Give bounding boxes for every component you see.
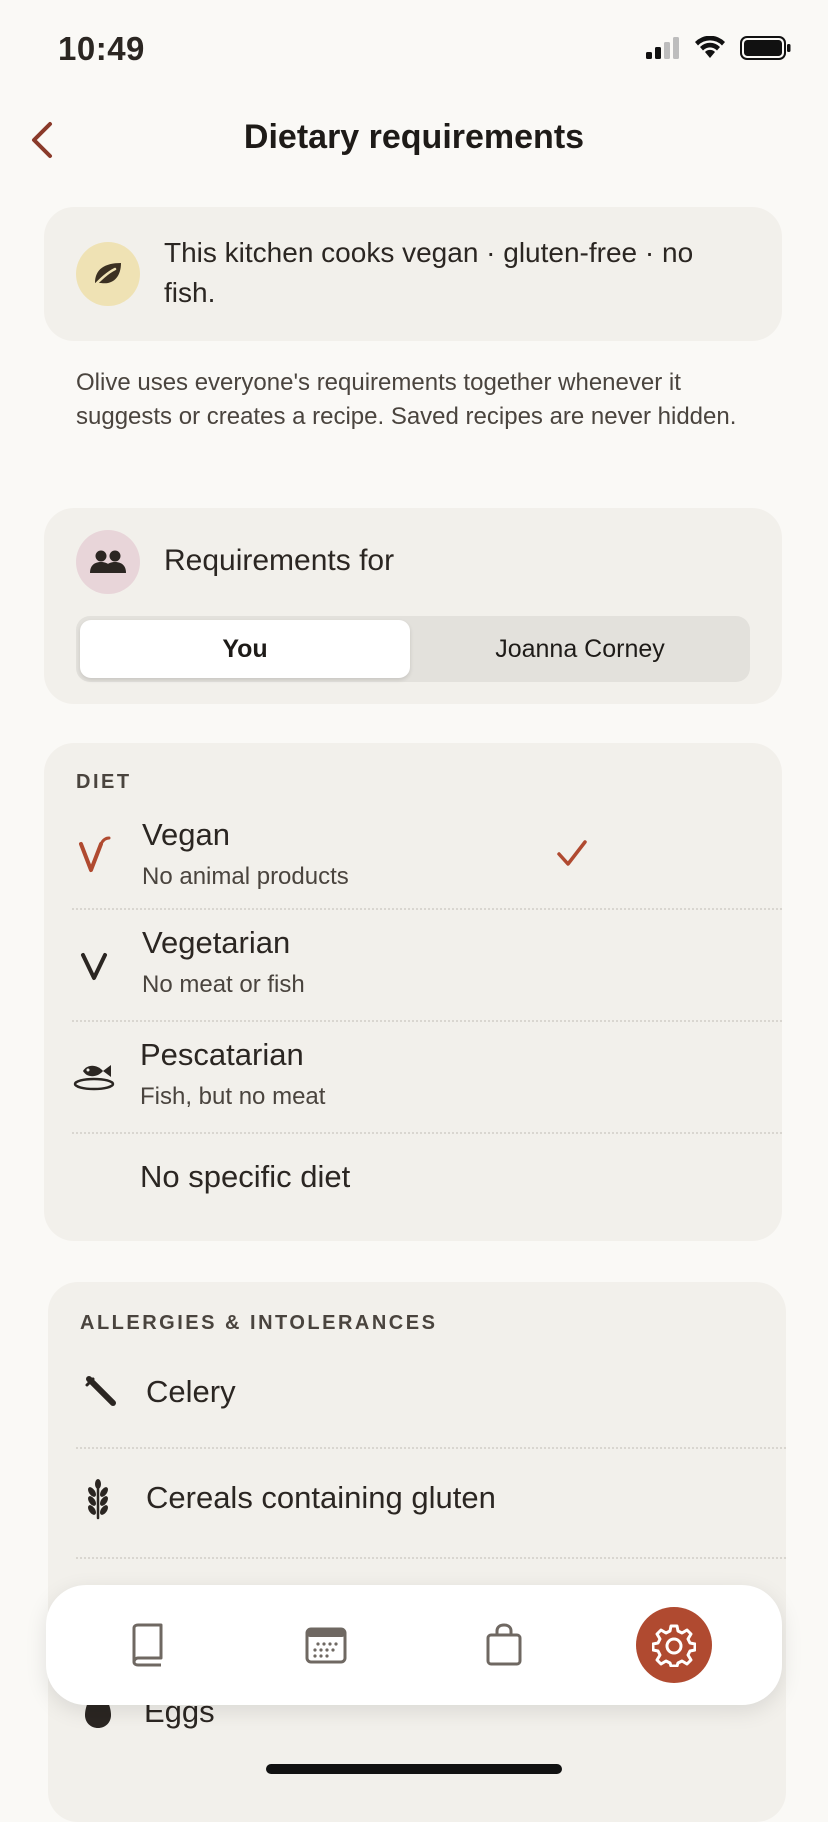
status-icons: [646, 36, 792, 60]
divider: [76, 1557, 786, 1559]
diet-heading: DIET: [76, 771, 132, 793]
allergy-option-celery[interactable]: Celery: [48, 1344, 786, 1448]
diet-option-vegetarian[interactable]: Vegetarian No meat or fish: [44, 913, 782, 1023]
requirements-for-card: Requirements for You Joanna Corney: [44, 508, 782, 704]
page-title: Dietary requirements: [243, 118, 585, 156]
celery-icon: [80, 1372, 120, 1412]
tab-planner[interactable]: [288, 1607, 364, 1683]
shopping-bag-icon: [486, 1623, 522, 1666]
diet-option-subtitle: Fish, but no meat: [140, 1083, 326, 1110]
diet-option-none[interactable]: No specific diet: [44, 1137, 782, 1237]
divider: [72, 1020, 782, 1022]
home-indicator: [266, 1764, 562, 1774]
checkmark-icon: [552, 833, 592, 873]
vegetarian-icon: [74, 941, 114, 991]
diet-option-subtitle: No meat or fish: [142, 971, 305, 998]
segment-you[interactable]: You: [80, 620, 410, 678]
tab-settings[interactable]: [636, 1607, 712, 1683]
diet-option-pescatarian[interactable]: Pescatarian Fish, but no meat: [44, 1025, 782, 1135]
wheat-icon: [78, 1474, 118, 1524]
vegan-icon: [74, 831, 114, 881]
battery-icon: [740, 36, 791, 60]
allergy-option-title: Celery: [146, 1374, 236, 1409]
signal-icon: [646, 37, 679, 59]
allergies-heading: ALLERGIES & INTOLERANCES: [80, 1312, 438, 1334]
status-time: 10:49: [58, 30, 145, 67]
tab-recipes[interactable]: [110, 1607, 186, 1683]
recipes-book-icon: [132, 1623, 163, 1667]
tab-bar: [46, 1585, 782, 1705]
person-segmented-control: You Joanna Corney: [76, 616, 750, 682]
kitchen-summary-text: This kitchen cooks vegan · gluten-free ·…: [164, 237, 694, 308]
kitchen-summary-card: This kitchen cooks vegan · gluten-free ·…: [44, 207, 782, 341]
diet-option-vegan[interactable]: Vegan No animal products: [44, 803, 782, 913]
segment-joanna-corney[interactable]: Joanna Corney: [414, 620, 746, 678]
fish-icon: [72, 1049, 116, 1099]
diet-option-title: Vegan: [142, 817, 230, 852]
calendar-icon: [305, 1627, 347, 1664]
settings-gear-icon: [652, 1624, 696, 1667]
diet-option-title: Vegetarian: [142, 925, 291, 960]
allergy-option-gluten[interactable]: Cereals containing gluten: [48, 1452, 786, 1556]
leaf-icon: [76, 242, 140, 306]
info-text: Olive uses everyone's requirements toget…: [76, 369, 737, 430]
diet-option-title: No specific diet: [140, 1159, 351, 1194]
allergy-option-title: Cereals containing gluten: [146, 1480, 496, 1515]
divider: [72, 908, 782, 910]
requirements-for-label: Requirements for: [164, 544, 395, 577]
allergies-card: ALLERGIES & INTOLERANCES Celery Cereals: [48, 1282, 786, 1822]
diet-option-subtitle: No animal products: [142, 863, 349, 890]
diet-option-title: Pescatarian: [140, 1037, 304, 1072]
wifi-icon: [695, 36, 725, 58]
tab-shopping[interactable]: [466, 1607, 542, 1683]
diet-card: DIET Vegan No animal products Vegetarian…: [44, 743, 782, 1241]
people-icon: [76, 530, 140, 594]
divider: [72, 1132, 782, 1134]
divider: [76, 1447, 786, 1449]
